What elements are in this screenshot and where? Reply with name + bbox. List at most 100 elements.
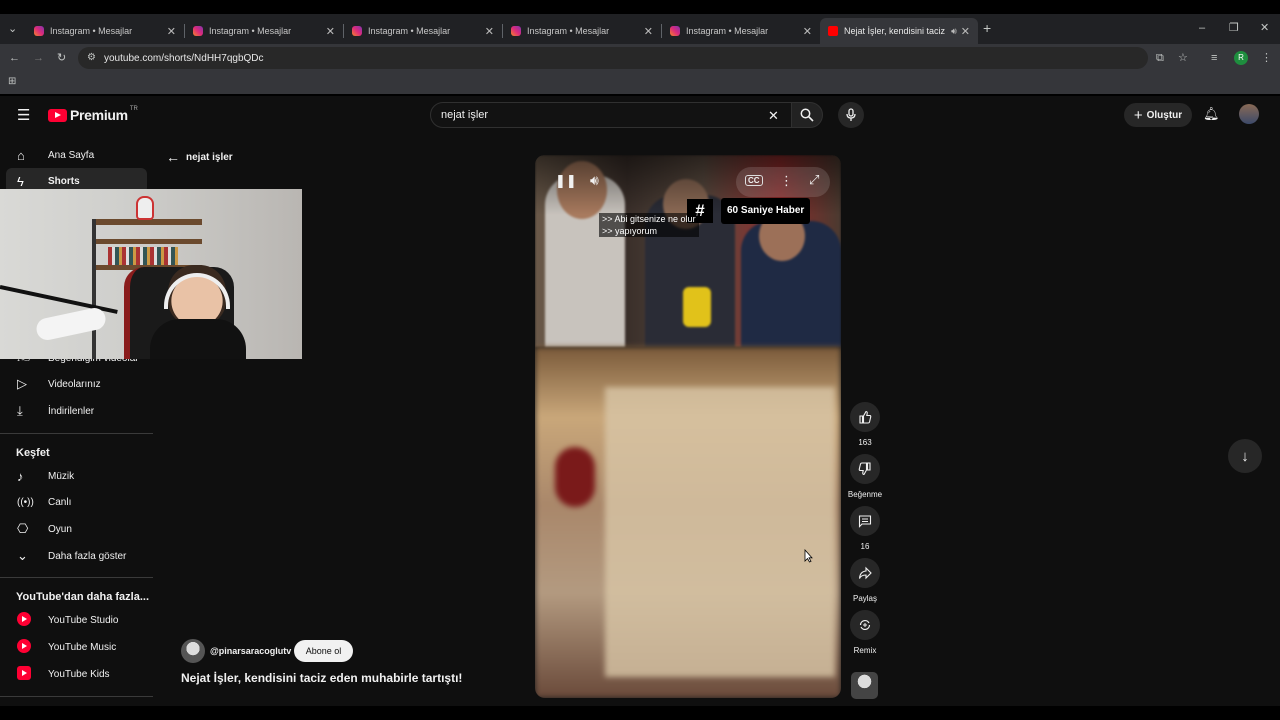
tab-search-icon[interactable]: ⌄	[8, 23, 17, 35]
install-app-icon[interactable]: ⧉	[1156, 52, 1164, 64]
microphone-icon	[846, 108, 856, 121]
address-bar[interactable]: ⚙ youtube.com/shorts/NdHH7qgbQDc ⧉ ☆	[78, 47, 1188, 69]
shelf-post	[92, 219, 96, 359]
apps-grid-icon[interactable]: ⊞	[8, 76, 16, 88]
close-tab-icon[interactable]: ✕	[485, 25, 494, 38]
restore-icon[interactable]: ❐	[1229, 22, 1239, 34]
dislike-button[interactable]: Beğenme	[848, 454, 882, 499]
channel-handle[interactable]: @pinarsaracoglutv	[210, 646, 291, 656]
close-tab-icon[interactable]: ✕	[961, 25, 970, 38]
close-tab-icon[interactable]: ✕	[644, 25, 653, 38]
dislike-label: Beğenme	[847, 490, 883, 499]
sidebar-divider	[0, 696, 153, 697]
browser-tab[interactable]: Instagram • Mesajlar ✕	[344, 18, 502, 44]
comments-button[interactable]: 16	[849, 506, 881, 551]
sidebar-item-youtube-kids[interactable]: YouTube Kids	[0, 661, 153, 687]
plus-icon: +	[1133, 106, 1143, 124]
browser-tab-active[interactable]: Nejat İşler, kendisini taciz e 🔊︎ ✕	[820, 18, 978, 44]
browser-tab[interactable]: Instagram • Mesajlar ✕	[662, 18, 820, 44]
close-tab-icon[interactable]: ✕	[803, 25, 812, 38]
sidebar-item-youtube-music[interactable]: YouTube Music	[0, 634, 153, 660]
sidebar-item-your-videos[interactable]: ▷ Videolarınız	[0, 371, 153, 397]
sidebar-divider	[0, 577, 153, 578]
volume-icon[interactable]: 🔊︎	[590, 172, 599, 189]
search-input[interactable]: nejat işler ✕	[430, 102, 792, 128]
profile-avatar[interactable]: R	[1234, 51, 1248, 65]
youtube-premium-logo[interactable]: Premium TR	[48, 106, 138, 123]
instagram-icon	[193, 26, 203, 36]
person-body	[150, 319, 246, 359]
channel-avatar[interactable]	[181, 639, 205, 663]
browser-toolbar: ← → ↻ ⚙ youtube.com/shorts/NdHH7qgbQDc ⧉…	[0, 44, 1280, 72]
voice-search-button[interactable]	[838, 102, 864, 128]
shorts-player[interactable]: ❚❚ 🔊︎ CC ⋮ ⤢ # 60 Saniye Haber >> Abi gi…	[535, 155, 841, 698]
close-tab-icon[interactable]: ✕	[326, 25, 335, 38]
search-icon	[800, 108, 814, 122]
youtube-logo-icon	[48, 108, 67, 122]
notifications-bell-icon[interactable]: 🔔︎	[1203, 106, 1220, 122]
instagram-icon	[352, 26, 362, 36]
thumb-down-icon	[850, 454, 880, 484]
pause-icon[interactable]: ❚❚	[555, 173, 577, 189]
sidebar-item-live[interactable]: ((•)) Canlı	[0, 489, 153, 515]
clear-search-icon[interactable]: ✕	[768, 108, 779, 124]
remix-label: Remix	[853, 646, 877, 655]
minimize-icon[interactable]: –	[1199, 22, 1205, 34]
subscribe-button[interactable]: Abone ol	[294, 640, 353, 662]
youtube-studio-icon	[0, 611, 48, 629]
arrow-down-icon: ↓	[1241, 447, 1249, 465]
youtube-favicon-icon	[828, 26, 838, 36]
like-button[interactable]: 163	[849, 402, 881, 447]
forward-icon[interactable]: →	[33, 52, 44, 64]
menu-kebab-icon[interactable]: ⋮	[1261, 52, 1272, 64]
browser-tab[interactable]: Instagram • Mesajlar ✕	[503, 18, 661, 44]
video-subtitle: >> Abi gitsenize ne olur >> yapıyorum	[599, 213, 699, 237]
audio-source-thumbnail[interactable]	[851, 672, 878, 699]
browser-tab[interactable]: Instagram • Mesajlar ✕	[26, 18, 184, 44]
sidebar-item-youtube-studio[interactable]: YouTube Studio	[0, 607, 153, 633]
remix-button[interactable]: Remix	[849, 610, 881, 655]
sidebar-divider	[0, 433, 153, 434]
figure-toy	[136, 196, 154, 220]
share-icon	[850, 558, 880, 588]
guide-menu-icon[interactable]: ☰	[17, 106, 30, 124]
share-button[interactable]: Paylaş	[849, 558, 881, 603]
sidebar-item-downloads[interactable]: ⤓ İndirilenler	[0, 398, 153, 424]
back-to-search[interactable]: ← nejat işler	[166, 149, 233, 165]
more-options-icon[interactable]: ⋮	[780, 173, 793, 189]
back-icon[interactable]: ←	[9, 52, 20, 64]
short-title: Nejat İşler, kendisini taciz eden muhabi…	[181, 671, 463, 685]
thumb-up-icon	[850, 402, 880, 432]
bookmark-star-icon[interactable]: ☆	[1178, 52, 1188, 64]
close-tab-icon[interactable]: ✕	[167, 25, 176, 38]
sidebar-item-music[interactable]: ♪ Müzik	[0, 463, 153, 489]
close-window-icon[interactable]: ✕	[1260, 22, 1269, 34]
search-button[interactable]	[791, 102, 823, 128]
new-tab-icon[interactable]: +	[983, 21, 991, 35]
explore-section-title: Keşfet	[16, 447, 50, 459]
remix-icon	[850, 610, 880, 640]
sidebar-item-home[interactable]: ⌂ Ana Sayfa	[0, 142, 153, 168]
browser-tab[interactable]: Instagram • Mesajlar ✕	[185, 18, 343, 44]
create-button[interactable]: + Oluştur	[1124, 103, 1192, 127]
next-short-button[interactable]: ↓	[1228, 439, 1262, 473]
instagram-icon	[670, 26, 680, 36]
channel-watermark-badge: 60 Saniye Haber	[721, 198, 811, 224]
site-info-icon[interactable]: ⚙	[87, 52, 96, 64]
search-text: nejat işler	[441, 109, 489, 121]
url-text: youtube.com/shorts/NdHH7qgbQDc	[104, 52, 264, 64]
bottom-letterbox	[0, 706, 1280, 720]
books	[108, 247, 178, 265]
bookmarks-bar: ⊞	[0, 72, 1280, 94]
sidebar-item-gaming[interactable]: ⎔ Oyun	[0, 516, 153, 542]
captions-icon[interactable]: CC	[745, 175, 763, 186]
youtube-music-icon	[0, 638, 48, 656]
more-from-youtube-title: YouTube'dan daha fazla...	[16, 591, 149, 603]
sidebar-show-more[interactable]: ⌄ Daha fazla göster	[0, 543, 153, 569]
fullscreen-icon[interactable]: ⤢	[809, 172, 819, 188]
reload-icon[interactable]: ↻	[57, 52, 66, 64]
shorts-icon: ϟ	[17, 173, 24, 189]
media-control-icon[interactable]: ≡	[1211, 52, 1217, 64]
account-avatar[interactable]	[1239, 104, 1259, 124]
audio-playing-icon[interactable]: 🔊︎	[951, 26, 957, 37]
